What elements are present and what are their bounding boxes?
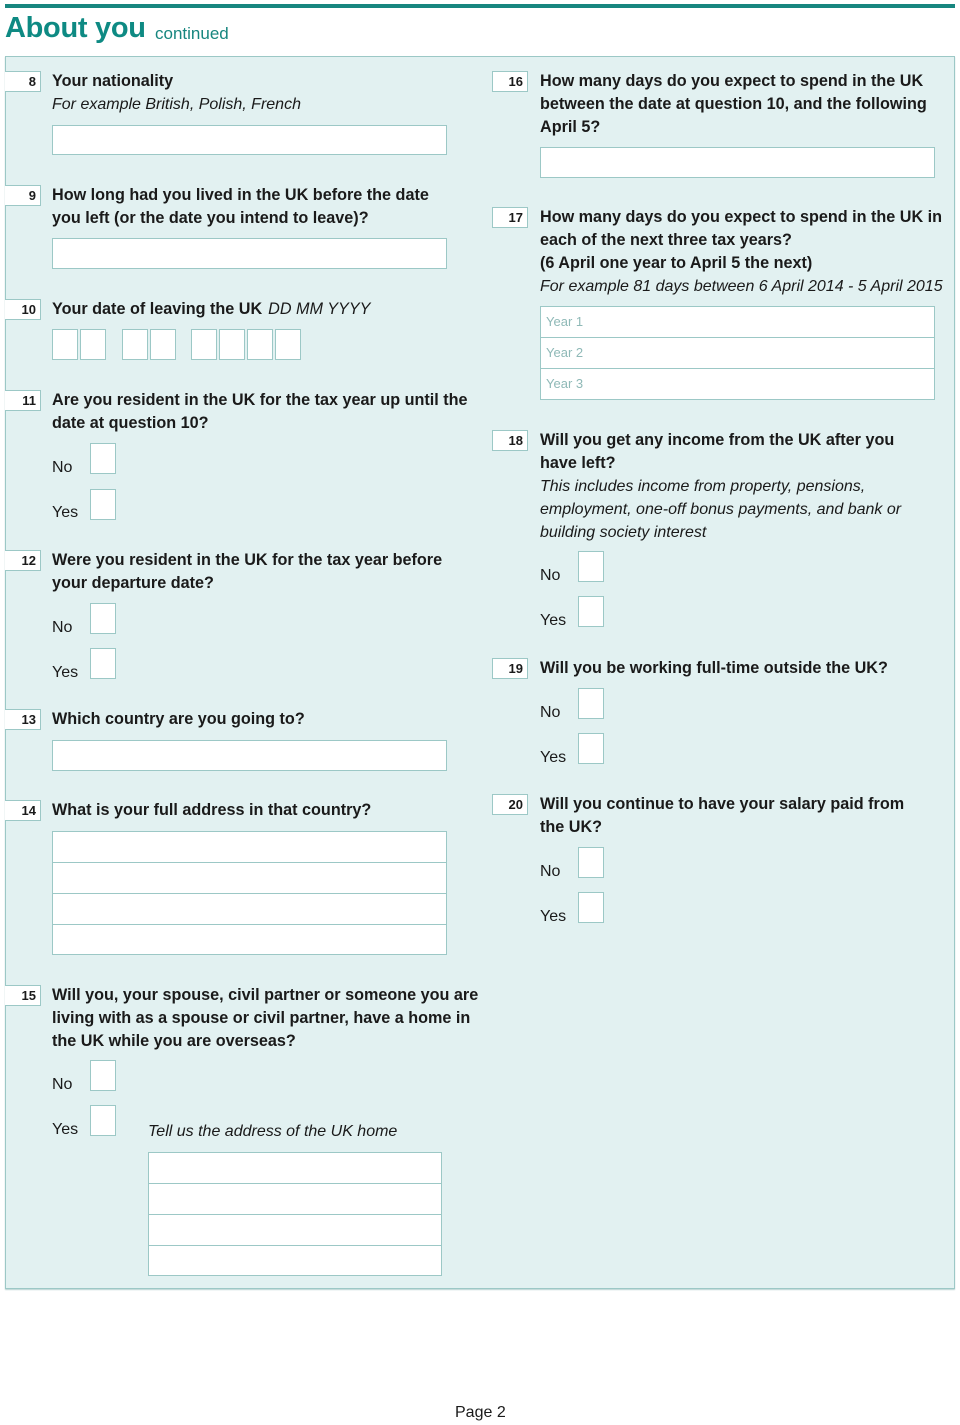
question-number-10: 10 [5,299,41,320]
question-18-hint-line-3: building society interest [540,524,707,541]
q20-yes-label: Yes [540,908,567,925]
question-8-hint: For example British, Polish, French [52,96,301,113]
date-year-digit-3[interactable] [247,329,273,360]
question-11-text-line-1: Are you resident in the UK for the tax y… [52,391,468,409]
date-year-digit-1[interactable] [191,329,217,360]
question-19-text: Will you be working full-time outside th… [540,659,888,677]
q11-yes-label: Yes [52,504,79,521]
q11-yes-checkbox[interactable] [90,489,116,520]
q12-no-label: No [52,619,73,636]
question-15-text-line-1: Will you, your spouse, civil partner or … [52,986,479,1004]
overseas-address-line-4[interactable] [53,925,446,956]
header-rule [5,4,955,8]
question-17-text-line-1: How many days do you expect to spend in … [540,208,943,226]
nationality-input[interactable] [52,125,447,155]
question-15-text-line-2: living with as a spouse or civil partner… [52,1009,471,1027]
uk-home-address-field [148,1152,442,1276]
question-9-text-line-2: you left (or the date you intend to leav… [52,209,369,227]
question-17-hint: For example 81 days between 6 April 2014… [540,278,943,295]
question-number-8: 8 [5,71,41,92]
question-16-text-line-1: How many days do you expect to spend in … [540,72,924,90]
uk-home-address-line-3[interactable] [149,1215,441,1246]
question-9-text-line-1: How long had you lived in the UK before … [52,186,429,204]
page-subtitle: continued [155,24,229,43]
question-17-text-line-2: each of the next three tax years? [540,231,792,249]
q15-yes-checkbox[interactable] [90,1105,116,1136]
date-month-digit-1[interactable] [122,329,148,360]
question-8-text: Your nationality [52,72,174,90]
question-number-14: 14 [5,800,41,821]
destination-country-input[interactable] [52,740,447,771]
date-day-digit-1[interactable] [52,329,78,360]
date-month-digit-2[interactable] [150,329,176,360]
question-number-19: 19 [492,658,528,679]
question-number-13: 13 [5,709,41,730]
overseas-address-line-2[interactable] [53,863,446,894]
q20-no-label: No [540,863,561,880]
overseas-address-line-3[interactable] [53,894,446,925]
time-lived-in-uk-input[interactable] [52,238,447,269]
question-number-20: 20 [492,794,528,815]
q11-no-label: No [52,459,73,476]
question-20-text-line-1: Will you continue to have your salary pa… [540,795,905,813]
days-per-tax-year-field: Year 1 Year 2 Year 3 [540,306,935,400]
q18-no-label: No [540,567,561,584]
question-18-hint-line-1: This includes income from property, pens… [540,478,866,495]
q18-no-checkbox[interactable] [578,551,604,582]
q15-no-label: No [52,1076,73,1093]
uk-home-address-line-4[interactable] [149,1246,441,1277]
q12-no-checkbox[interactable] [90,603,116,634]
question-13-text: Which country are you going to? [52,710,305,728]
question-10-label: Your date of leaving the UK [52,300,263,318]
q12-yes-label: Yes [52,664,79,681]
question-number-9: 9 [5,185,41,206]
overseas-address-line-1[interactable] [53,832,446,863]
question-11-text-line-2: date at question 10? [52,414,209,432]
question-number-18: 18 [492,430,528,451]
year-2-input[interactable]: Year 2 [541,338,934,369]
question-10-text: Your date of leaving the UK DD MM YYYY [52,298,370,321]
question-18-text-line-2: have left? [540,454,616,472]
question-15-text-line-3: the UK while you are overseas? [52,1032,296,1050]
q19-no-label: No [540,704,561,721]
question-14-text: What is your full address in that countr… [52,801,372,819]
question-16-text-line-3: April 5? [540,118,601,136]
question-18-text-line-1: Will you get any income from the UK afte… [540,431,895,449]
question-16-text-line-2: between the date at question 10, and the… [540,95,927,113]
q20-yes-checkbox[interactable] [578,892,604,923]
q18-yes-label: Yes [540,612,567,629]
question-12-text-line-1: Were you resident in the UK for the tax … [52,551,443,569]
days-until-april-input[interactable] [540,147,935,178]
overseas-address-field [52,831,447,955]
question-20-text-line-2: the UK? [540,818,603,836]
year-1-input[interactable]: Year 1 [541,307,934,338]
question-12-text-line-2: your departure date? [52,574,214,592]
q15-no-checkbox[interactable] [90,1060,116,1091]
page-number: Page 2 [455,1404,506,1421]
question-number-11: 11 [5,390,41,411]
question-number-12: 12 [5,550,41,571]
q19-no-checkbox[interactable] [578,688,604,719]
date-format-hint: DD MM YYYY [268,300,371,318]
q20-no-checkbox[interactable] [578,847,604,878]
q11-no-checkbox[interactable] [90,443,116,474]
question-number-16: 16 [492,71,528,92]
uk-home-address-line-1[interactable] [149,1153,441,1184]
date-day-digit-2[interactable] [80,329,106,360]
date-year-digit-2[interactable] [219,329,245,360]
question-number-17: 17 [492,207,528,228]
question-18-hint-line-2: employment, one-off bonus payments, and … [540,501,902,518]
q19-yes-checkbox[interactable] [578,733,604,764]
q18-yes-checkbox[interactable] [578,596,604,627]
uk-home-address-hint: Tell us the address of the UK home [148,1123,398,1140]
q15-yes-label: Yes [52,1121,79,1138]
year-3-input[interactable]: Year 3 [541,369,934,400]
question-17-text-line-3: (6 April one year to April 5 the next) [540,254,813,272]
uk-home-address-line-2[interactable] [149,1184,441,1215]
page-title: About you [5,12,146,44]
q12-yes-checkbox[interactable] [90,648,116,679]
question-number-15: 15 [5,985,41,1006]
date-year-digit-4[interactable] [275,329,301,360]
q19-yes-label: Yes [540,749,567,766]
